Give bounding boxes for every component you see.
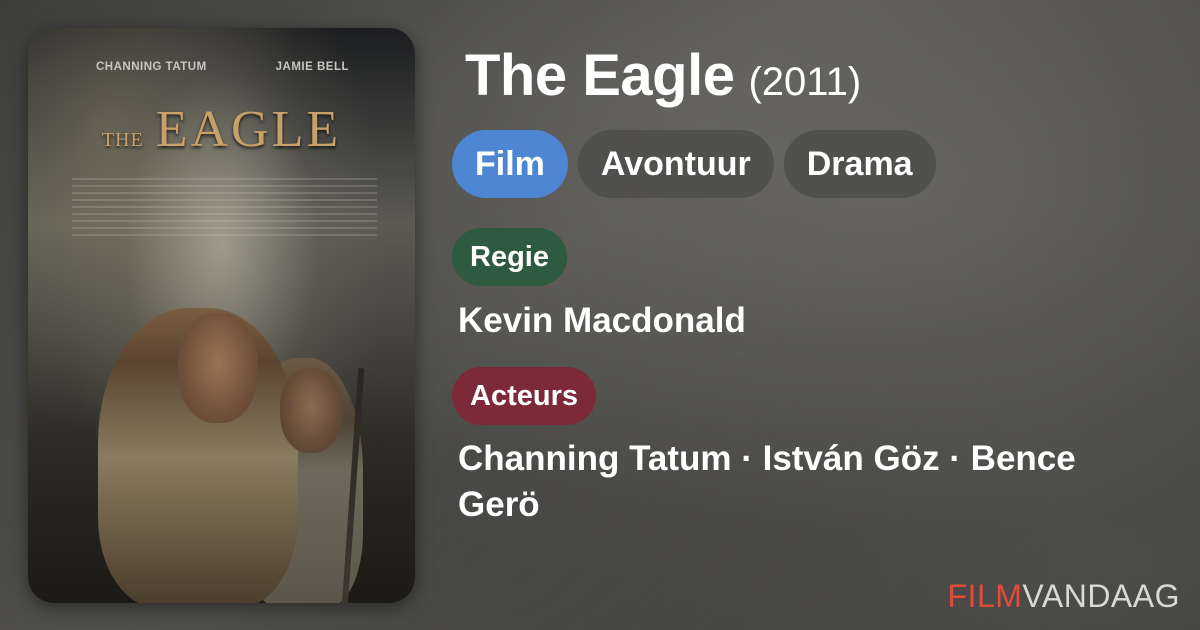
brand-logo[interactable]: FILMVANDAAG bbox=[948, 578, 1181, 615]
title-row: The Eagle (2011) bbox=[465, 42, 861, 109]
poster-credit-right: JAMIE BELL bbox=[275, 61, 349, 73]
acteurs-badge: Acteurs bbox=[452, 367, 596, 425]
movie-year: (2011) bbox=[748, 60, 862, 104]
movie-poster: CHANNING TATUM JAMIE BELL THE EAGLE bbox=[28, 28, 415, 603]
genre-pill-avontuur[interactable]: Avontuur bbox=[577, 130, 774, 198]
actors-list[interactable]: Channing Tatum · István Göz · Bence Gerö bbox=[458, 436, 1158, 528]
regie-badge: Regie bbox=[452, 228, 567, 286]
movie-title: The Eagle bbox=[465, 43, 735, 108]
director-name[interactable]: Kevin Macdonald bbox=[458, 298, 746, 344]
brand-part-film: FILM bbox=[947, 578, 1023, 614]
genre-list: Film Avontuur Drama bbox=[452, 130, 936, 198]
brand-part-vandaag: VANDAAG bbox=[1022, 578, 1180, 614]
poster-title-the: THE bbox=[101, 129, 144, 151]
poster-head-front bbox=[178, 313, 258, 423]
poster-credit-left: CHANNING TATUM bbox=[96, 61, 207, 73]
genre-pill-drama[interactable]: Drama bbox=[783, 130, 936, 198]
poster-title-main: EAGLE bbox=[155, 101, 342, 158]
poster-title: THE EAGLE bbox=[28, 100, 415, 159]
poster-billing-block bbox=[72, 178, 377, 240]
genre-pill-film[interactable]: Film bbox=[452, 130, 568, 198]
poster-head-back bbox=[280, 368, 342, 453]
